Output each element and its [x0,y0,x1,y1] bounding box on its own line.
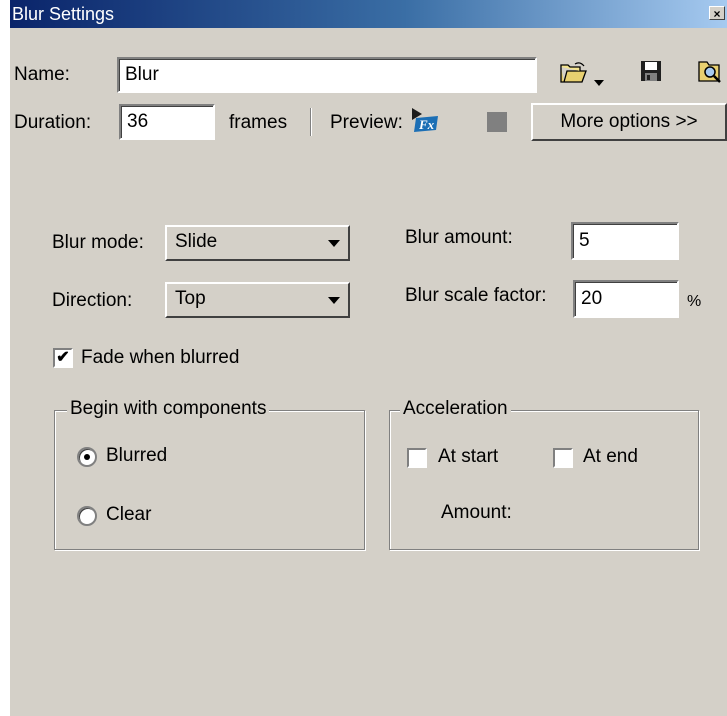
close-button[interactable]: × [709,6,725,21]
at-end-checkbox[interactable] [553,448,573,468]
blur-scale-label: Blur scale factor: [405,285,547,306]
percent-unit-label: % [687,293,702,310]
begin-group-title: Begin with components [67,398,270,420]
amount-label: Amount: [441,502,512,523]
at-start-label: At start [438,446,499,467]
fade-checkbox[interactable]: ✔ [53,348,73,368]
blurred-radio-label: Blurred [106,445,168,466]
duration-input[interactable] [119,104,215,140]
chevron-down-icon [328,240,340,247]
chevron-down-icon [328,297,340,304]
svg-text:Fx: Fx [418,117,435,132]
radio-selected-dot [84,454,90,460]
at-start-checkbox[interactable] [407,448,427,468]
window-title: Blur Settings [12,4,115,24]
duration-label: Duration: [14,112,92,133]
check-icon: ✔ [56,349,70,366]
more-options-label: More options >> [560,111,698,132]
clear-radio[interactable] [77,506,97,526]
blur-mode-value: Slide [175,231,218,252]
browse-icon[interactable] [698,58,724,84]
preview-label: Preview: [330,112,403,133]
preview-fx-icon[interactable]: Fx [410,106,440,136]
acceleration-group-title: Acceleration [400,398,511,420]
blur-settings-window: Blur Settings × Name: Durat [10,0,727,716]
more-options-button[interactable]: More options >> [531,103,727,141]
name-label: Name: [14,64,70,85]
begin-with-components-group [54,410,365,550]
stop-icon[interactable] [487,112,507,132]
save-icon[interactable] [640,60,662,82]
blur-mode-label: Blur mode: [52,232,144,253]
name-input[interactable] [117,57,537,93]
at-end-label: At end [583,446,638,467]
direction-select[interactable]: Top [165,282,350,318]
blur-amount-input[interactable] [571,222,679,260]
blur-scale-input[interactable] [573,280,679,318]
fade-label: Fade when blurred [81,347,240,368]
title-bar[interactable]: Blur Settings × [10,0,727,28]
direction-value: Top [175,288,206,309]
blurred-radio[interactable] [77,447,97,467]
separator [310,108,312,136]
close-icon: × [713,7,721,21]
direction-label: Direction: [52,290,133,311]
open-folder-icon[interactable] [560,62,588,84]
clear-radio-label: Clear [106,504,152,525]
dropdown-arrow-icon[interactable] [594,71,604,86]
blur-mode-select[interactable]: Slide [165,225,350,261]
blur-amount-label: Blur amount: [405,227,513,248]
acceleration-group [389,410,699,550]
frames-unit-label: frames [229,112,288,133]
